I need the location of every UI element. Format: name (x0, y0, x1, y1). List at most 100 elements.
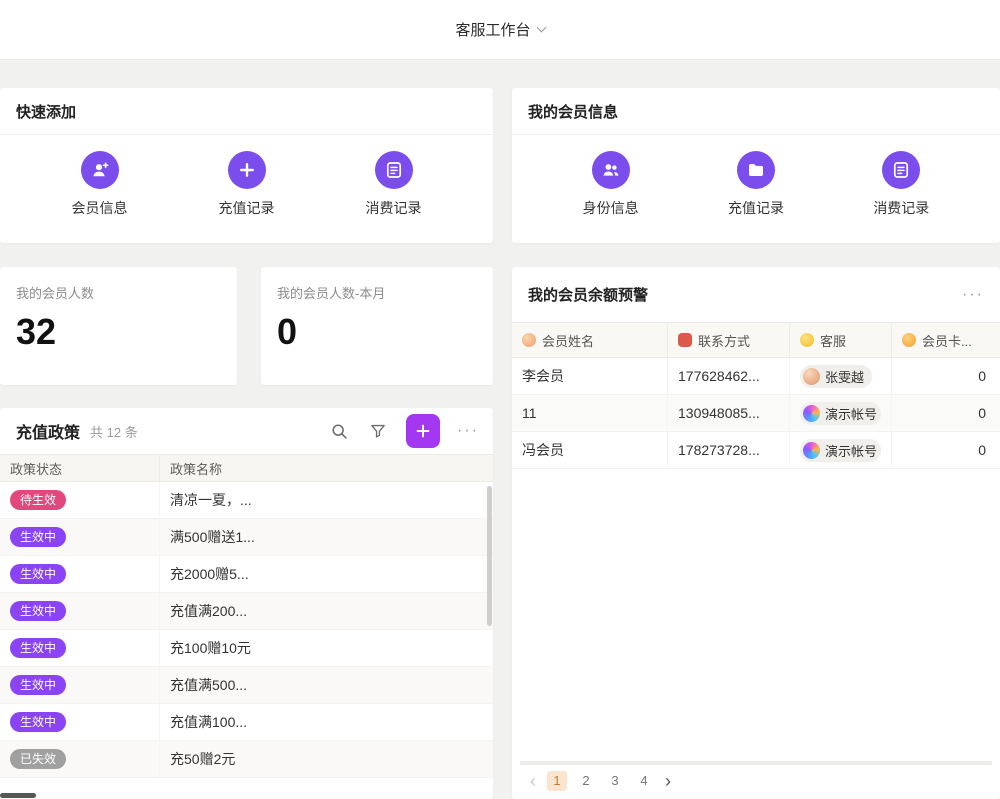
page-button[interactable]: 3 (605, 771, 625, 791)
next-page-button[interactable]: › (663, 772, 673, 790)
search-button[interactable] (328, 420, 350, 442)
column-label: 联系方式 (698, 331, 750, 350)
action-label: 消费记录 (873, 198, 929, 218)
policy-row[interactable]: 生效中 充值满500... (0, 667, 493, 704)
column-header-status[interactable]: 政策状态 (0, 455, 160, 481)
agent-name: 演示帐号 (825, 441, 877, 460)
action-label: 消费记录 (366, 198, 422, 218)
column-field-icon (902, 333, 916, 347)
avatar (803, 368, 820, 385)
contact-cell: 177628462... (668, 358, 790, 394)
policy-row[interactable]: 生效中 充值满200... (0, 593, 493, 630)
recharge-records-button[interactable]: 充值记录 (708, 151, 804, 218)
status-badge: 待生效 (10, 490, 66, 510)
action-label: 充值记录 (219, 198, 275, 218)
policy-name-cell: 充值满500... (160, 667, 493, 703)
card-title: 我的会员余额预警 (528, 284, 648, 305)
action-label: 充值记录 (728, 198, 784, 218)
column-field-icon (678, 333, 692, 347)
page-button[interactable]: 4 (634, 771, 654, 791)
policy-name-cell: 充值满200... (160, 593, 493, 629)
column-field-icon (522, 333, 536, 347)
column-label: 会员姓名 (542, 331, 594, 350)
agent-chip[interactable]: 演示帐号 (800, 402, 881, 425)
column-header[interactable]: 会员姓名 (512, 323, 668, 357)
receipt-icon (375, 151, 413, 189)
record-count: 共 12 条 (90, 422, 138, 441)
policy-row[interactable]: 生效中 充2000赠5... (0, 556, 493, 593)
stat-card-member-count: 我的会员人数 32 (0, 267, 237, 385)
workspace-switcher[interactable]: 客服工作台 (455, 19, 544, 40)
quick-add-consumption-button[interactable]: 消费记录 (346, 151, 442, 218)
column-label: 客服 (820, 331, 846, 350)
agent-chip[interactable]: 演示帐号 (800, 439, 881, 462)
member-row[interactable]: 11 130948085... 演示帐号 0 (512, 395, 1000, 432)
chevron-down-icon (536, 23, 546, 33)
more-options-button[interactable]: ··· (457, 423, 479, 439)
plus-icon (414, 422, 432, 440)
column-field-icon (800, 333, 814, 347)
policy-status-cell: 生效中 (0, 519, 160, 555)
stat-value: 0 (277, 314, 477, 350)
agent-name: 演示帐号 (825, 404, 877, 423)
policy-name-cell: 充50赠2元 (160, 741, 493, 777)
status-badge: 生效中 (10, 712, 66, 732)
filter-button[interactable] (367, 420, 389, 442)
prev-page-button[interactable]: ‹ (528, 772, 538, 790)
policy-row[interactable]: 生效中 充值满100... (0, 704, 493, 741)
stat-value: 32 (16, 314, 221, 350)
receipt-icon (882, 151, 920, 189)
my-member-info-card: 我的会员信息 身份信息 充值记录 消费记录 (512, 88, 1000, 243)
column-header-name[interactable]: 政策名称 (160, 455, 493, 481)
status-badge: 生效中 (10, 601, 66, 621)
card-header: 快速添加 (0, 88, 493, 135)
column-label: 会员卡... (922, 331, 972, 350)
column-header[interactable]: 联系方式 (668, 323, 790, 357)
agent-chip[interactable]: 张雯越 (800, 365, 872, 388)
policy-status-cell: 生效中 (0, 704, 160, 740)
card-balance-cell: 0 (892, 432, 1000, 468)
policy-row[interactable]: 生效中 满500赠送1... (0, 519, 493, 556)
card-header: 我的会员余额预警 ··· (512, 267, 1000, 322)
pagination: ‹ 1 2 3 4 › (528, 768, 673, 794)
policy-row[interactable]: 生效中 充100赠10元 (0, 630, 493, 667)
agent-cell: 演示帐号 (790, 395, 892, 431)
status-badge: 生效中 (10, 675, 66, 695)
add-policy-button[interactable] (406, 414, 440, 448)
plus-icon (228, 151, 266, 189)
status-badge: 生效中 (10, 564, 66, 584)
card-title: 快速添加 (16, 101, 76, 122)
policy-name-cell: 充2000赠5... (160, 556, 493, 592)
member-name-cell: 李会员 (512, 358, 668, 394)
page-button[interactable]: 1 (547, 771, 567, 791)
policy-status-cell: 生效中 (0, 556, 160, 592)
status-badge: 生效中 (10, 527, 66, 547)
horizontal-scrollbar[interactable] (520, 761, 992, 765)
member-add-icon (81, 151, 119, 189)
avatar (803, 442, 820, 459)
status-badge: 已失效 (10, 749, 66, 769)
agent-cell: 张雯越 (790, 358, 892, 394)
more-options-button[interactable]: ··· (962, 287, 984, 303)
member-row[interactable]: 李会员 177628462... 张雯越 0 (512, 358, 1000, 395)
identity-info-button[interactable]: 身份信息 (563, 151, 659, 218)
policy-row[interactable]: 待生效 清凉一夏，... (0, 482, 493, 519)
member-name-cell: 11 (512, 395, 668, 431)
policy-row[interactable]: 已失效 充50赠2元 (0, 741, 493, 778)
consumption-records-button[interactable]: 消费记录 (853, 151, 949, 218)
app-header: 客服工作台 (0, 0, 1000, 60)
card-title: 充值政策 (16, 419, 80, 443)
column-header[interactable]: 客服 (790, 323, 892, 357)
member-row[interactable]: 冯会员 178273728... 演示帐号 0 (512, 432, 1000, 469)
quick-add-recharge-button[interactable]: 充值记录 (199, 151, 295, 218)
column-header[interactable]: 会员卡... (892, 323, 1000, 357)
card-balance-cell: 0 (892, 395, 1000, 431)
page-button[interactable]: 2 (576, 771, 596, 791)
policy-status-cell: 生效中 (0, 630, 160, 666)
horizontal-scrollbar[interactable] (0, 793, 36, 798)
stat-card-member-count-month: 我的会员人数-本月 0 (261, 267, 493, 385)
policy-status-cell: 生效中 (0, 667, 160, 703)
vertical-scrollbar[interactable] (487, 486, 492, 626)
member-name-cell: 冯会员 (512, 432, 668, 468)
quick-add-member-info-button[interactable]: 会员信息 (52, 151, 148, 218)
